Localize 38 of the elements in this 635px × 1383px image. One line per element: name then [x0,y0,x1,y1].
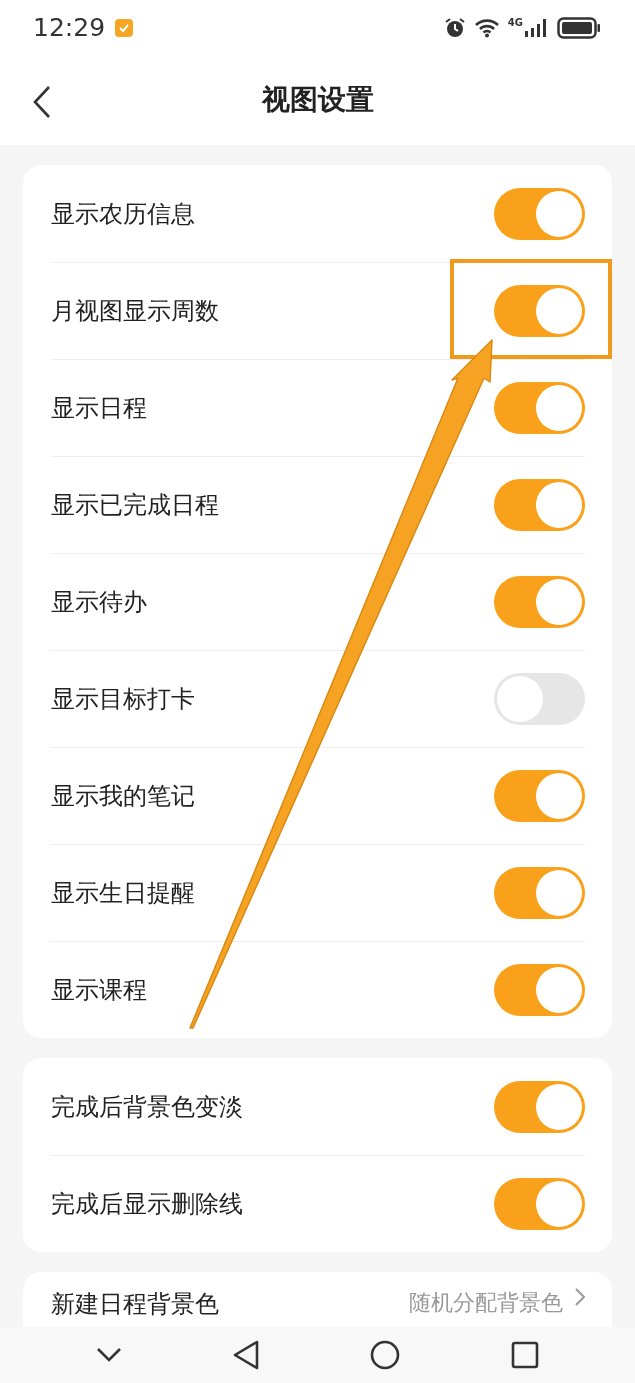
toggle-switch[interactable] [494,382,585,434]
toggle-switch[interactable] [494,673,585,725]
setting-value[interactable]: 随机分配背景色 [409,1288,563,1318]
alarm-icon [443,16,466,39]
setting-label: 完成后显示删除线 [51,1189,244,1220]
toggle-switch[interactable] [494,187,585,240]
setting-label: 显示待办 [51,587,148,618]
toggle-switch[interactable] [494,867,585,919]
setting-label: 显示农历信息 [51,198,196,230]
setting-label: 显示生日提醒 [51,878,196,909]
chevron-right-icon [575,1288,585,1306]
checkbox-icon [115,18,134,37]
status-time: 12:29 [33,13,106,42]
setting-label: 显示我的笔记 [51,781,196,812]
square-icon[interactable] [511,1341,540,1369]
page-title: 视图设置 [261,82,374,118]
toggle-switch[interactable] [494,770,585,822]
setting-label: 显示已完成日程 [51,490,220,521]
network-label: 4G [507,17,523,28]
setting-label: 显示日程 [51,393,148,424]
back-icon[interactable] [33,85,51,119]
setting-label: 显示课程 [51,975,148,1006]
toggle-switch[interactable] [494,964,585,1016]
wifi-icon [473,17,500,38]
setting-label: 新建日程背景色 [51,1289,220,1320]
toggle-switch[interactable] [494,1178,585,1230]
setting-label: 显示目标打卡 [51,684,196,715]
setting-label: 完成后背景色变淡 [51,1091,244,1123]
toggle-switch[interactable] [494,1080,585,1133]
toggle-switch[interactable] [494,285,585,337]
chevron-down-icon[interactable] [95,1347,122,1363]
signal-icon [525,17,549,38]
toggle-switch[interactable] [494,576,585,628]
back-triangle-icon[interactable] [232,1340,259,1370]
setting-label: 月视图显示周数 [51,296,220,327]
home-circle-icon[interactable] [370,1340,401,1370]
toggle-switch[interactable] [494,479,585,531]
battery-icon [557,16,601,39]
